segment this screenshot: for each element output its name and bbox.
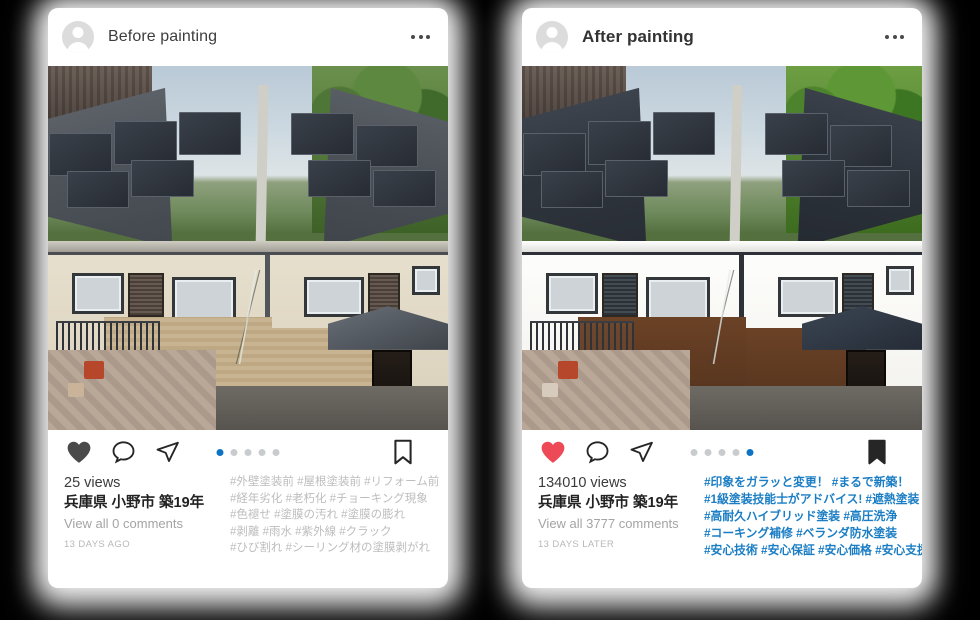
hashtag-block-after: #印象をガラッと変更！ #まるで新築！ #1級塗装技能士がアドバイス! #遮熱塗… (688, 474, 922, 559)
view-count-after: 134010 views (538, 475, 627, 491)
timestamp-before: 13 DAYS AGO (64, 539, 131, 550)
roof-eave (48, 240, 448, 254)
post-actions-after (522, 430, 922, 474)
post-card-before[interactable]: Before painting 25 views 兵庫県 小野市 築19年 Vi… (48, 8, 448, 588)
meta-left-after: 134010 views 兵庫県 小野市 築19年 View all 3777 … (538, 474, 688, 559)
heart-icon[interactable] (538, 437, 568, 467)
post-header-after: After painting (522, 8, 922, 66)
more-options-icon[interactable] (883, 29, 906, 45)
heart-icon[interactable] (64, 437, 94, 467)
post-header-before: Before painting (48, 8, 448, 66)
house-roof (522, 84, 922, 252)
overhead-wires (522, 269, 922, 365)
hashtag-line[interactable]: #ひび割れ #シーリング材の塗膜剥がれ (230, 540, 439, 557)
yard-clutter (542, 382, 558, 398)
house-roof (48, 84, 448, 252)
carousel-dot[interactable] (230, 448, 238, 456)
carousel-progress-before[interactable] (216, 448, 280, 456)
roof-eave (522, 240, 922, 254)
hashtag-line[interactable]: #1級塗装技能士がアドバイス! #遮熱塗装 (704, 491, 922, 508)
carousel-progress-after[interactable] (690, 448, 754, 456)
solar-panels (48, 88, 448, 248)
comment-bubble-icon[interactable] (108, 437, 138, 467)
solar-panels (522, 88, 922, 248)
hashtag-line[interactable]: #高耐久ハイブリッド塗装 #高圧洗浄 (704, 508, 922, 525)
location-text-after: 兵庫県 小野市 築19年 (538, 495, 679, 511)
username-after[interactable]: After painting (582, 27, 694, 47)
carousel-dot[interactable] (244, 448, 252, 456)
hashtag-line[interactable]: #色褪せ #塗膜の汚れ #塗膜の膨れ (230, 507, 439, 524)
carousel-dot[interactable] (746, 448, 754, 456)
share-paper-plane-icon[interactable] (152, 437, 182, 467)
share-paper-plane-icon[interactable] (626, 437, 656, 467)
yard-clutter (68, 382, 84, 398)
carousel-dot[interactable] (258, 448, 266, 456)
location-text-before: 兵庫県 小野市 築19年 (64, 495, 205, 511)
bookmark-icon[interactable] (388, 437, 418, 467)
post-photo-after[interactable] (522, 66, 922, 430)
carousel-dot[interactable] (690, 448, 698, 456)
hashtag-line[interactable]: #印象をガラッと変更！ #まるで新築！ (704, 474, 922, 491)
post-card-after[interactable]: After painting 134010 views 兵庫県 小野市 築19年… (522, 8, 922, 588)
hashtag-line[interactable]: #剥離 #雨水 #紫外線 #クラック (230, 524, 439, 541)
carousel-dot[interactable] (272, 448, 280, 456)
overhead-wires (48, 269, 448, 365)
carousel-dot[interactable] (704, 448, 712, 456)
post-meta-after: 134010 views 兵庫県 小野市 築19年 View all 3777 … (522, 474, 922, 559)
username-before[interactable]: Before painting (108, 28, 217, 46)
timestamp-after: 13 DAYS LATER (538, 539, 615, 550)
bookmark-icon[interactable] (862, 437, 892, 467)
hashtag-line[interactable]: #経年劣化 #老朽化 #チョーキング現象 (230, 491, 439, 508)
hashtag-line[interactable]: #安心技術 #安心保証 #安心価格 #安心支援 (704, 542, 922, 559)
user-avatar-icon[interactable] (62, 21, 94, 53)
post-photo-before[interactable] (48, 66, 448, 430)
comment-bubble-icon[interactable] (582, 437, 612, 467)
post-comparison-stage: Before painting 25 views 兵庫県 小野市 築19年 Vi… (0, 0, 980, 620)
post-actions-before (48, 430, 448, 474)
view-comments-link-after[interactable]: View all 3777 comments (538, 514, 688, 534)
hashtag-line[interactable]: #外壁塗装前 #屋根塗装前 #リフォーム前 (230, 474, 439, 491)
view-count-before: 25 views (64, 475, 121, 491)
carousel-dot[interactable] (216, 448, 224, 456)
meta-left-before: 25 views 兵庫県 小野市 築19年 View all 0 comment… (64, 474, 214, 557)
carousel-dot[interactable] (718, 448, 726, 456)
view-comments-link-before[interactable]: View all 0 comments (64, 514, 214, 534)
carousel-dot[interactable] (732, 448, 740, 456)
hashtag-line[interactable]: #コーキング補修 #ベランダ防水塗装 (704, 525, 922, 542)
user-avatar-icon[interactable] (536, 21, 568, 53)
post-meta-before: 25 views 兵庫県 小野市 築19年 View all 0 comment… (48, 474, 448, 557)
hashtag-block-before: #外壁塗装前 #屋根塗装前 #リフォーム前 #経年劣化 #老朽化 #チョーキング… (214, 474, 439, 557)
more-options-icon[interactable] (409, 29, 432, 45)
